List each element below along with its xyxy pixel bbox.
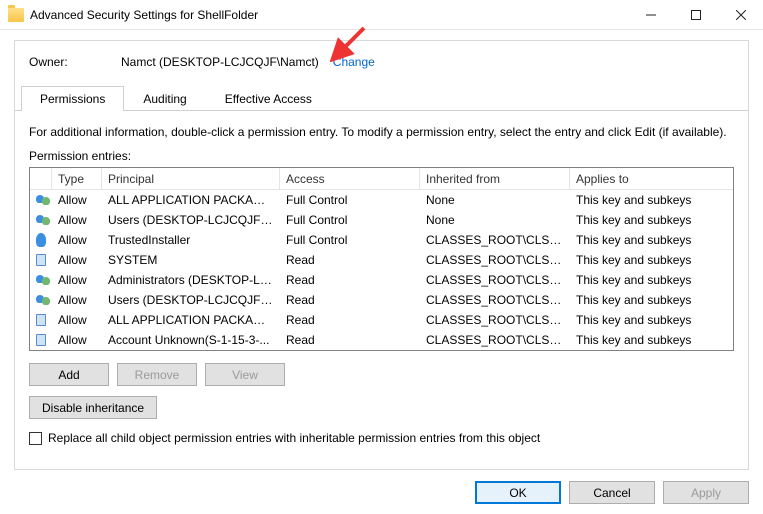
cell-inherited: CLASSES_ROOT\CLSID... (420, 293, 570, 307)
cell-applies: This key and subkeys (570, 253, 733, 267)
owner-row: Owner: Namct (DESKTOP-LCJCQJF\Namct) Cha… (29, 55, 734, 69)
users-icon (30, 193, 52, 207)
cell-applies: This key and subkeys (570, 293, 733, 307)
cell-access: Full Control (280, 213, 420, 227)
cell-type: Allow (52, 313, 102, 327)
cell-type: Allow (52, 233, 102, 247)
cell-access: Read (280, 313, 420, 327)
titlebar: Advanced Security Settings for ShellFold… (0, 0, 763, 30)
table-row[interactable]: AllowTrustedInstallerFull ControlCLASSES… (30, 230, 733, 250)
dialog-buttons: OK Cancel Apply (475, 481, 749, 504)
permission-grid[interactable]: Type Principal Access Inherited from App… (29, 167, 734, 351)
cell-principal: ALL APPLICATION PACKAGES (102, 193, 280, 207)
col-access[interactable]: Access (280, 168, 420, 189)
maximize-button[interactable] (673, 0, 718, 29)
col-principal[interactable]: Principal (102, 168, 280, 189)
cell-principal: Account Unknown(S-1-15-3-... (102, 333, 280, 347)
cell-applies: This key and subkeys (570, 313, 733, 327)
users-icon (30, 213, 52, 227)
single-icon (30, 233, 52, 247)
table-row[interactable]: AllowALL APPLICATION PACKAGESFull Contro… (30, 190, 733, 210)
table-row[interactable]: AllowSYSTEMReadCLASSES_ROOT\CLSID...This… (30, 250, 733, 270)
cell-type: Allow (52, 253, 102, 267)
cell-access: Full Control (280, 193, 420, 207)
col-type[interactable]: Type (52, 168, 102, 189)
ok-button[interactable]: OK (475, 481, 561, 504)
cell-principal: ALL APPLICATION PACKAGES (102, 313, 280, 327)
replace-children-row[interactable]: Replace all child object permission entr… (29, 431, 734, 445)
pc-icon (30, 314, 52, 326)
cell-applies: This key and subkeys (570, 333, 733, 347)
col-applies[interactable]: Applies to (570, 168, 733, 189)
cell-principal: Users (DESKTOP-LCJCQJF\Use... (102, 213, 280, 227)
cell-inherited: CLASSES_ROOT\CLSID... (420, 313, 570, 327)
cell-type: Allow (52, 293, 102, 307)
cell-access: Read (280, 293, 420, 307)
col-inherited[interactable]: Inherited from (420, 168, 570, 189)
cell-inherited: CLASSES_ROOT\CLSID... (420, 253, 570, 267)
cell-type: Allow (52, 193, 102, 207)
disable-inheritance-button[interactable]: Disable inheritance (29, 396, 157, 419)
change-owner-link[interactable]: Change (333, 55, 375, 69)
info-text: For additional information, double-click… (29, 125, 734, 139)
view-button[interactable]: View (205, 363, 285, 386)
cancel-button[interactable]: Cancel (569, 481, 655, 504)
cell-inherited: None (420, 193, 570, 207)
users-icon (30, 293, 52, 307)
cell-access: Read (280, 273, 420, 287)
cell-applies: This key and subkeys (570, 233, 733, 247)
cell-type: Allow (52, 273, 102, 287)
cell-access: Read (280, 333, 420, 347)
table-row[interactable]: AllowUsers (DESKTOP-LCJCQJF\Use...ReadCL… (30, 290, 733, 310)
users-icon (30, 273, 52, 287)
table-row[interactable]: AllowAdministrators (DESKTOP-LCJ...ReadC… (30, 270, 733, 290)
tab-effective-access[interactable]: Effective Access (206, 86, 331, 111)
cell-type: Allow (52, 333, 102, 347)
cell-inherited: CLASSES_ROOT\CLSID... (420, 233, 570, 247)
replace-children-checkbox[interactable] (29, 432, 42, 445)
close-button[interactable] (718, 0, 763, 29)
replace-children-label: Replace all child object permission entr… (48, 431, 540, 445)
cell-principal: TrustedInstaller (102, 233, 280, 247)
folder-icon (8, 8, 24, 22)
cell-applies: This key and subkeys (570, 193, 733, 207)
tab-auditing[interactable]: Auditing (124, 86, 205, 111)
cell-access: Full Control (280, 233, 420, 247)
cell-access: Read (280, 253, 420, 267)
col-icon[interactable] (30, 168, 52, 189)
entry-buttons: Add Remove View (29, 363, 734, 386)
cell-inherited: CLASSES_ROOT\CLSID... (420, 333, 570, 347)
tab-permissions[interactable]: Permissions (21, 86, 124, 111)
cell-principal: Users (DESKTOP-LCJCQJF\Use... (102, 293, 280, 307)
grid-header: Type Principal Access Inherited from App… (30, 168, 733, 190)
cell-inherited: None (420, 213, 570, 227)
owner-value: Namct (DESKTOP-LCJCQJF\Namct) (121, 55, 319, 69)
add-button[interactable]: Add (29, 363, 109, 386)
table-row[interactable]: AllowAccount Unknown(S-1-15-3-...ReadCLA… (30, 330, 733, 350)
remove-button[interactable]: Remove (117, 363, 197, 386)
entries-label: Permission entries: (29, 149, 734, 163)
tabs: Permissions Auditing Effective Access (15, 85, 748, 111)
cell-inherited: CLASSES_ROOT\CLSID... (420, 273, 570, 287)
table-row[interactable]: AllowUsers (DESKTOP-LCJCQJF\Use...Full C… (30, 210, 733, 230)
pc-icon (30, 254, 52, 266)
cell-applies: This key and subkeys (570, 213, 733, 227)
apply-button[interactable]: Apply (663, 481, 749, 504)
table-row[interactable]: AllowALL APPLICATION PACKAGESReadCLASSES… (30, 310, 733, 330)
minimize-button[interactable] (628, 0, 673, 29)
window-controls (628, 0, 763, 29)
content-panel: Owner: Namct (DESKTOP-LCJCQJF\Namct) Cha… (14, 40, 749, 470)
cell-principal: Administrators (DESKTOP-LCJ... (102, 273, 280, 287)
cell-applies: This key and subkeys (570, 273, 733, 287)
cell-principal: SYSTEM (102, 253, 280, 267)
owner-label: Owner: (29, 55, 121, 69)
cell-type: Allow (52, 213, 102, 227)
pc-icon (30, 334, 52, 346)
window-title: Advanced Security Settings for ShellFold… (30, 8, 628, 22)
